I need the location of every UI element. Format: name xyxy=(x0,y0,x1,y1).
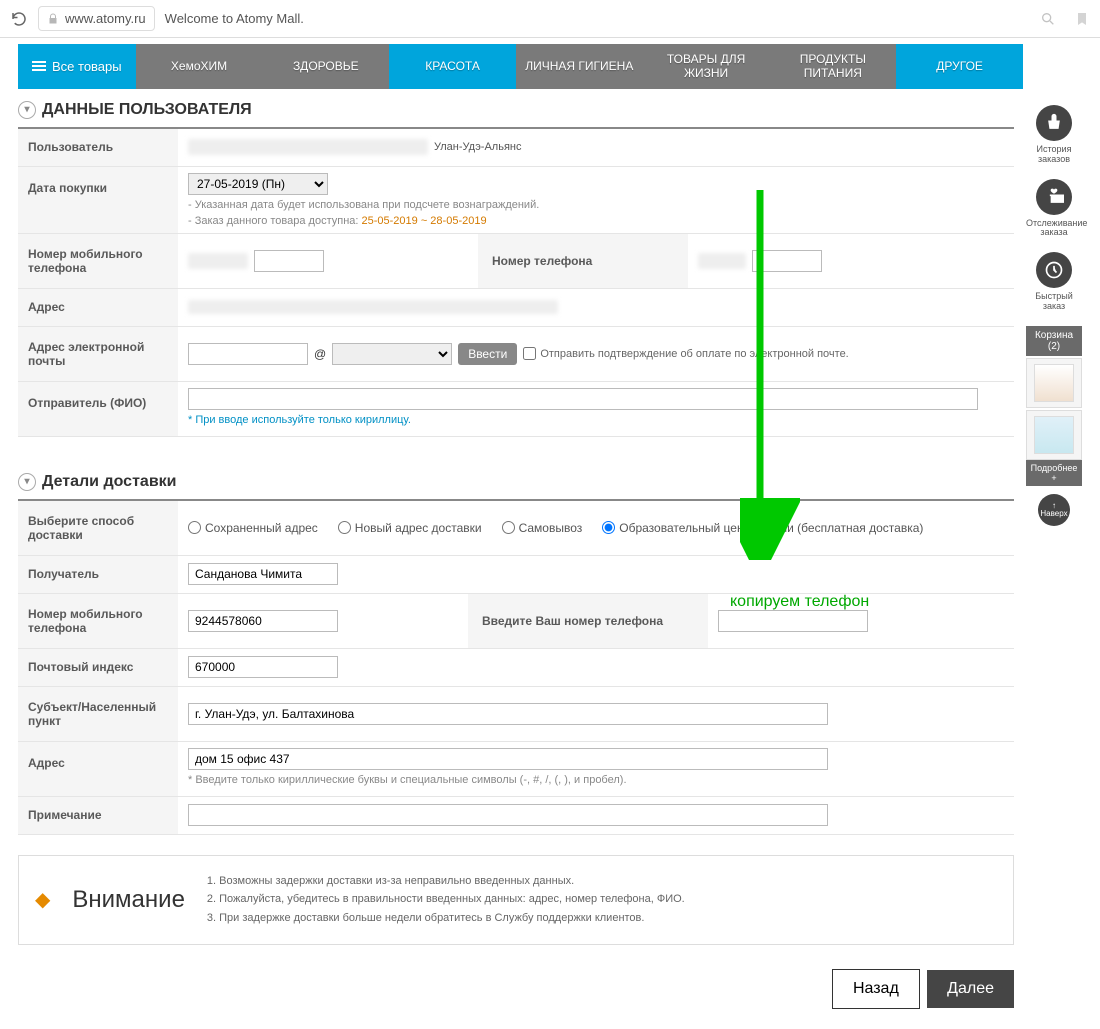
annotation-text: копируем телефон xyxy=(730,593,869,611)
delivery-address-input[interactable] xyxy=(188,748,828,770)
bookmark-icon[interactable] xyxy=(1074,11,1090,27)
email-enter-button[interactable]: Ввести xyxy=(458,343,517,365)
section-user-header: ▾ ДАННЫЕ ПОЛЬЗОВАТЕЛЯ xyxy=(18,95,1014,129)
cart-item-1[interactable] xyxy=(1026,358,1082,408)
nav-other[interactable]: ДРУГОЕ xyxy=(896,44,1023,89)
radio-pickup[interactable]: Самовывоз xyxy=(502,521,583,535)
cart-more-button[interactable]: Подробнее + xyxy=(1026,460,1082,486)
postal-label: Почтовый индекс xyxy=(18,649,178,686)
mobile-input[interactable] xyxy=(254,250,324,272)
main-nav: Все товары ХемоХИМ ЗДОРОВЬЕ КРАСОТА ЛИЧН… xyxy=(18,44,1023,89)
at-sign: @ xyxy=(314,347,326,361)
radio-new[interactable]: Новый адрес доставки xyxy=(338,521,482,535)
nav-beauty[interactable]: КРАСОТА xyxy=(389,44,516,89)
sender-hint: * При вводе используйте только кириллицу… xyxy=(188,414,411,426)
user-value-blurred xyxy=(188,139,428,155)
phone-input[interactable] xyxy=(752,250,822,272)
scroll-top-button[interactable]: ↑Наверх xyxy=(1038,494,1070,526)
date-hint-2: - Заказ данного товара доступна: 25-05-2… xyxy=(188,215,487,227)
sender-label: Отправитель (ФИО) xyxy=(18,382,178,436)
attention-box: ◆ Внимание 1. Возможны задержки доставки… xyxy=(18,855,1014,945)
url-box[interactable]: www.atomy.ru xyxy=(38,6,155,31)
date-label: Дата покупки xyxy=(18,167,178,233)
email-confirm-checkbox[interactable] xyxy=(523,347,536,360)
lock-icon xyxy=(47,13,59,25)
clock-icon xyxy=(1036,252,1072,288)
collapse-icon[interactable]: ▾ xyxy=(18,101,36,119)
side-tracking[interactable]: Отслеживание заказа xyxy=(1026,179,1082,239)
hamburger-icon xyxy=(32,61,46,71)
address-hint: * Введите только кириллические буквы и с… xyxy=(188,774,627,786)
radio-edu-center[interactable]: Образовательный центр Атоми (бесплатная … xyxy=(602,521,923,535)
delivery-mobile-label: Номер мобильного телефона xyxy=(18,594,178,648)
user-label: Пользователь xyxy=(18,129,178,166)
side-order-history[interactable]: История заказов xyxy=(1026,105,1082,165)
attention-title: Внимание xyxy=(72,886,185,914)
url-text: www.atomy.ru xyxy=(65,11,146,26)
purchase-date-select[interactable]: 27-05-2019 (Пн) xyxy=(188,173,328,195)
address-blurred xyxy=(188,300,558,314)
delivery-mobile-input[interactable] xyxy=(188,610,338,632)
city-input[interactable] xyxy=(188,703,828,725)
email-domain-select[interactable] xyxy=(332,343,452,365)
collapse-icon[interactable]: ▾ xyxy=(18,473,36,491)
delivery-address-label: Адрес xyxy=(18,742,178,796)
note-input[interactable] xyxy=(188,804,828,826)
side-panel: История заказов Отслеживание заказа Быст… xyxy=(1026,95,1082,1029)
radio-saved[interactable]: Сохраненный адрес xyxy=(188,521,318,535)
postal-input[interactable] xyxy=(188,656,338,678)
side-quick-order[interactable]: Быстрый заказ xyxy=(1026,252,1082,312)
email-user-input[interactable] xyxy=(188,343,308,365)
nav-all-label: Все товары xyxy=(52,59,122,74)
attention-list: 1. Возможны задержки доставки из-за непр… xyxy=(207,872,685,928)
delivery-method-label: Выберите способ доставки xyxy=(18,501,178,555)
cart-header[interactable]: Корзина (2) xyxy=(1026,326,1082,356)
section-delivery-title: Детали доставки xyxy=(42,473,177,491)
recipient-input[interactable] xyxy=(188,563,338,585)
delivery-phone-label: Введите Ваш номер телефона xyxy=(468,594,708,648)
back-button[interactable]: Назад xyxy=(832,969,920,1009)
mobile-label: Номер мобильного телефона xyxy=(18,234,178,288)
user-branch: Улан-Удэ-Альянс xyxy=(434,141,522,153)
nav-all-products[interactable]: Все товары xyxy=(18,44,136,89)
nav-hygiene[interactable]: ЛИЧНАЯ ГИГИЕНА xyxy=(516,44,643,89)
section-user-title: ДАННЫЕ ПОЛЬЗОВАТЕЛЯ xyxy=(42,101,252,119)
note-label: Примечание xyxy=(18,797,178,834)
warning-icon: ◆ xyxy=(35,887,50,912)
page-title-hint: Welcome to Atomy Mall. xyxy=(165,11,304,26)
nav-health[interactable]: ЗДОРОВЬЕ xyxy=(262,44,389,89)
sender-input[interactable] xyxy=(188,388,978,410)
phone-label: Номер телефона xyxy=(478,234,688,288)
nav-hemohim[interactable]: ХемоХИМ xyxy=(136,44,263,89)
mobile-blurred xyxy=(188,253,248,269)
nav-life[interactable]: ТОВАРЫ ДЛЯ ЖИЗНИ xyxy=(643,44,770,89)
delivery-phone-input[interactable] xyxy=(718,610,868,632)
cart-item-2[interactable] xyxy=(1026,410,1082,460)
city-label: Субъект/Населенный пункт xyxy=(18,687,178,741)
date-hint-1: - Указанная дата будет использована при … xyxy=(188,199,539,211)
gift-icon xyxy=(1036,179,1072,215)
email-confirm-checkbox-label[interactable]: Отправить подтверждение об оплате по эле… xyxy=(523,347,848,360)
address-label: Адрес xyxy=(18,289,178,326)
nav-food[interactable]: ПРОДУКТЫ ПИТАНИЯ xyxy=(769,44,896,89)
section-delivery-header: ▾ Детали доставки xyxy=(18,467,1014,501)
next-button[interactable]: Далее xyxy=(927,970,1014,1008)
recipient-label: Получатель xyxy=(18,556,178,593)
reload-icon[interactable] xyxy=(10,10,28,28)
search-icon[interactable] xyxy=(1040,11,1056,27)
browser-bar: www.atomy.ru Welcome to Atomy Mall. xyxy=(0,0,1100,38)
basket-icon xyxy=(1036,105,1072,141)
email-label: Адрес электронной почты xyxy=(18,327,178,381)
phone-blurred xyxy=(698,253,746,269)
